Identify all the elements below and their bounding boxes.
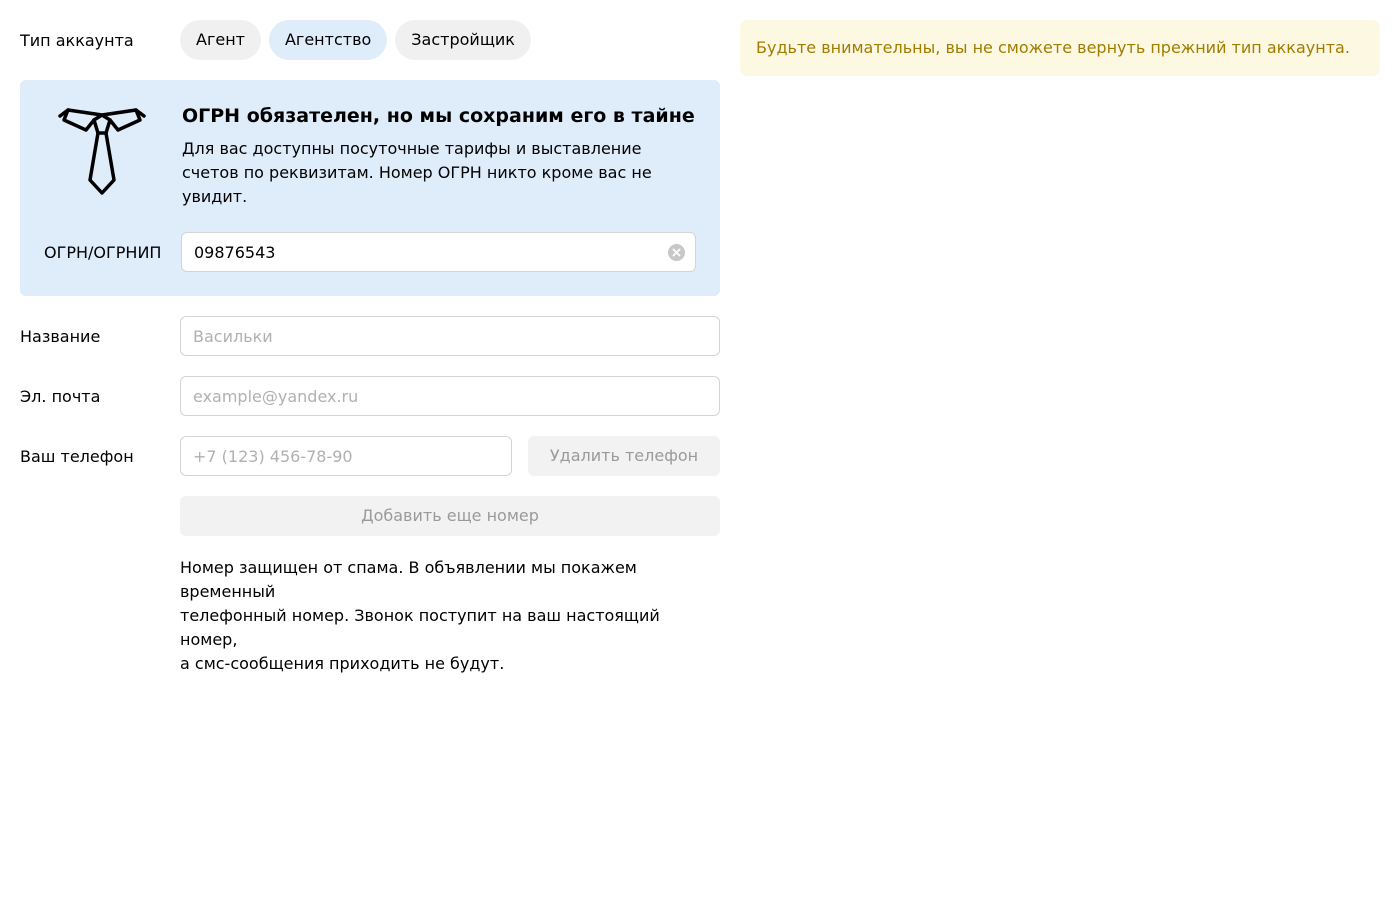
- ogrn-input-wrapper: [181, 232, 696, 272]
- email-input[interactable]: [181, 377, 719, 415]
- account-type-label: Тип аккаунта: [20, 30, 134, 50]
- name-label: Название: [20, 326, 101, 346]
- ogrn-label: ОГРН/ОГРНИП: [44, 242, 162, 262]
- email-row: Эл. почта: [20, 376, 720, 416]
- phone-input-wrapper: [180, 436, 512, 476]
- name-input-wrapper: [180, 316, 720, 356]
- name-input[interactable]: [181, 317, 719, 355]
- account-type-agent-button[interactable]: Агент: [180, 20, 261, 60]
- note-line: телефонный номер. Звонок поступит на ваш…: [180, 606, 660, 649]
- account-type-developer-button[interactable]: Застройщик: [395, 20, 531, 60]
- add-phone-row: Добавить еще номер: [180, 496, 720, 536]
- ogrn-info-panel: ОГРН обязателен, но мы сохраним его в та…: [20, 80, 720, 296]
- name-row: Название: [20, 316, 720, 356]
- ogrn-description: Для вас доступны посуточные тарифы и выс…: [182, 139, 652, 206]
- ogrn-field-row: ОГРН/ОГРНИП: [44, 232, 696, 272]
- tie-icon: [58, 108, 146, 195]
- account-type-warning: Будьте внимательны, вы не сможете вернут…: [740, 20, 1380, 76]
- phone-input[interactable]: [181, 437, 511, 475]
- ogrn-title: ОГРН обязателен, но мы сохраним его в та…: [182, 105, 695, 127]
- email-input-wrapper: [180, 376, 720, 416]
- add-phone-button[interactable]: Добавить еще номер: [180, 496, 720, 536]
- note-line: Номер защищен от спама. В объявлении мы …: [180, 558, 637, 601]
- delete-phone-button[interactable]: Удалить телефон: [528, 436, 720, 476]
- account-form: Тип аккаунта Агент Агентство Застройщик …: [20, 20, 720, 676]
- ogrn-input[interactable]: [182, 233, 695, 271]
- email-label: Эл. почта: [20, 386, 101, 406]
- note-line: а смс-сообщения приходить не будут.: [180, 654, 505, 673]
- account-type-agency-button[interactable]: Агентство: [268, 20, 388, 60]
- phone-row: Ваш телефон Удалить телефон: [20, 436, 720, 476]
- phone-label: Ваш телефон: [20, 446, 134, 466]
- account-type-row: Тип аккаунта Агент Агентство Застройщик: [20, 20, 720, 60]
- clear-icon[interactable]: [668, 244, 685, 261]
- spam-protection-note: Номер защищен от спама. В объявлении мы …: [180, 556, 720, 676]
- account-type-selector: Агент Агентство Застройщик: [180, 20, 531, 60]
